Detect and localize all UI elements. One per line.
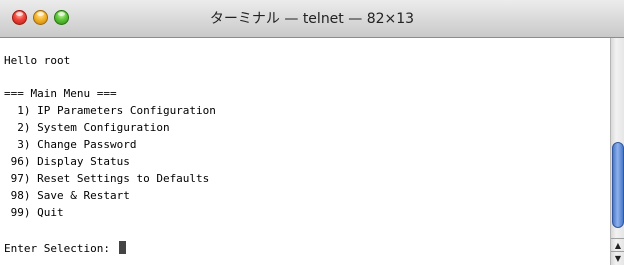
terminal-window: ターミナル — telnet — 82×13 Hello root === Ma… [0, 0, 624, 265]
window-title: ターミナル — telnet — 82×13 [209, 11, 415, 27]
text-cursor [118, 241, 126, 254]
scroll-down-arrow-icon[interactable]: ▼ [611, 251, 624, 265]
menu-option-97: 97) Reset Settings to Defaults [4, 172, 210, 185]
terminal-output[interactable]: Hello root === Main Menu === 1) IP Param… [0, 38, 610, 265]
menu-option-2: 2) System Configuration [4, 121, 170, 134]
menu-option-1: 1) IP Parameters Configuration [4, 104, 216, 117]
menu-heading: === Main Menu === [4, 87, 117, 100]
vertical-scrollbar[interactable]: ▲ ▼ [610, 38, 624, 265]
menu-option-3: 3) Change Password [4, 138, 137, 151]
menu-option-99: 99) Quit [4, 206, 64, 219]
menu-option-96: 96) Display Status [4, 155, 130, 168]
input-prompt-line[interactable]: Enter Selection: [4, 240, 126, 257]
selection-prompt: Enter Selection: [4, 242, 117, 255]
title-bar[interactable]: ターミナル — telnet — 82×13 [0, 0, 624, 38]
scroll-thumb[interactable] [612, 142, 624, 228]
scroll-up-arrow-icon[interactable]: ▲ [611, 238, 624, 252]
greeting-line: Hello root [4, 54, 71, 67]
menu-option-98: 98) Save & Restart [4, 189, 130, 202]
